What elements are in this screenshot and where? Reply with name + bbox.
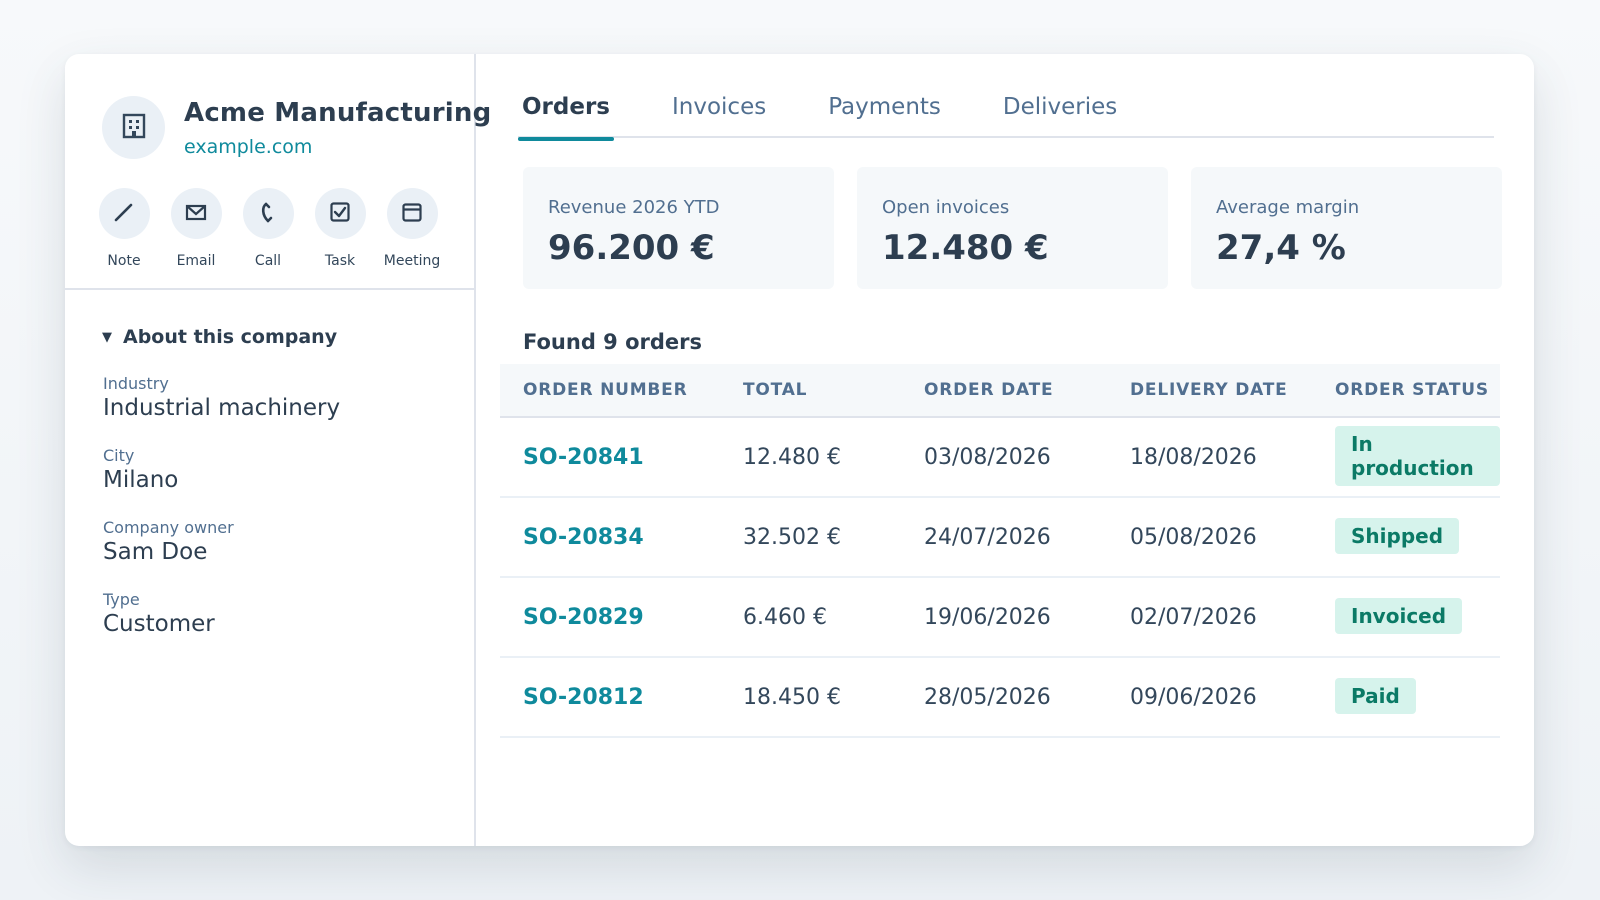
action-label: Note: [107, 253, 141, 269]
kpi-card-average-margin: Average margin 27,4 %: [1191, 167, 1502, 289]
status-badge: In production: [1335, 425, 1500, 486]
pencil-icon: [112, 200, 136, 228]
orders-count: Found 9 orders: [523, 330, 703, 354]
about-section-title: About this company: [123, 326, 338, 348]
order-total: 12.480 €: [743, 444, 841, 470]
property-value: Industrial machinery: [103, 395, 341, 421]
property-value: Sam Doe: [103, 539, 208, 565]
building-icon: [120, 112, 148, 144]
kpi-value: 96.200 €: [548, 228, 715, 268]
property-company-owner: Company owner Sam Doe: [103, 518, 234, 565]
column-header[interactable]: ORDER STATUS: [1335, 380, 1489, 400]
about-section-toggle[interactable]: ▼ About this company: [102, 326, 337, 348]
company-name: Acme Manufacturing: [184, 97, 492, 128]
kpi-label: Average margin: [1216, 197, 1360, 218]
table-row: SO-20834 32.502 € 24/07/2026 05/08/2026 …: [500, 498, 1500, 578]
property-label: City: [103, 446, 135, 465]
kpi-cards: Revenue 2026 YTD 96.200 € Open invoices …: [523, 167, 1502, 289]
company-record-card: Acme Manufacturing example.com Note Emai…: [65, 54, 1534, 846]
column-header[interactable]: ORDER DATE: [924, 380, 1053, 400]
property-value: Milano: [103, 467, 179, 493]
delivery-date: 05/08/2026: [1130, 524, 1257, 550]
property-value: Customer: [103, 611, 215, 637]
property-city: City Milano: [103, 446, 178, 493]
orders-table: ORDER NUMBER TOTAL ORDER DATE DELIVERY D…: [500, 364, 1500, 738]
order-number-link[interactable]: SO-20841: [523, 445, 644, 470]
order-date: 03/08/2026: [924, 444, 1051, 470]
company-domain-link[interactable]: example.com: [184, 136, 491, 158]
order-number-link[interactable]: SO-20829: [523, 605, 644, 630]
status-badge: Shipped: [1335, 517, 1460, 554]
meeting-action-button[interactable]: Meeting: [383, 188, 441, 269]
calendar-icon: [400, 200, 424, 228]
phone-icon: [256, 200, 280, 228]
caret-down-icon: ▼: [102, 329, 112, 345]
delivery-date: 09/06/2026: [1130, 684, 1257, 710]
kpi-value: 12.480 €: [882, 228, 1049, 268]
record-tabs: Orders Invoices Payments Deliveries: [518, 94, 1494, 141]
action-label: Email: [176, 253, 216, 269]
order-date: 19/06/2026: [924, 604, 1051, 630]
table-row: SO-20841 12.480 € 03/08/2026 18/08/2026 …: [500, 418, 1500, 498]
status-badge: Paid: [1335, 677, 1416, 714]
kpi-card-revenue: Revenue 2026 YTD 96.200 €: [523, 167, 834, 289]
order-total: 18.450 €: [743, 684, 841, 710]
property-label: Industry: [103, 374, 169, 393]
status-badge: Invoiced: [1335, 597, 1463, 634]
action-label: Meeting: [383, 253, 441, 269]
table-row: SO-20829 6.460 € 19/06/2026 02/07/2026 I…: [500, 578, 1500, 658]
main-panel: Orders Invoices Payments Deliveries Reve…: [478, 54, 1534, 846]
task-action-button[interactable]: Task: [314, 188, 366, 269]
order-date: 28/05/2026: [924, 684, 1051, 710]
column-header[interactable]: TOTAL: [743, 380, 807, 400]
tab-orders[interactable]: Orders: [518, 94, 614, 141]
kpi-label: Open invoices: [882, 197, 1010, 218]
envelope-icon: [184, 200, 208, 228]
column-header[interactable]: DELIVERY DATE: [1130, 380, 1288, 400]
action-label: Task: [324, 253, 356, 269]
property-label: Type: [103, 590, 140, 609]
delivery-date: 02/07/2026: [1130, 604, 1257, 630]
company-sidebar: Acme Manufacturing example.com Note Emai…: [65, 54, 491, 846]
table-row: SO-20812 18.450 € 28/05/2026 09/06/2026 …: [500, 658, 1500, 738]
task-checkbox-icon: [328, 200, 352, 228]
property-label: Company owner: [103, 518, 234, 537]
action-label: Call: [254, 253, 282, 269]
sidebar-divider: [65, 288, 476, 290]
email-action-button[interactable]: Email: [170, 188, 222, 269]
kpi-label: Revenue 2026 YTD: [548, 197, 720, 218]
column-header[interactable]: ORDER NUMBER: [523, 380, 687, 400]
quick-actions: Note Email Call Task Meeting: [98, 188, 441, 269]
tab-payments[interactable]: Payments: [824, 94, 945, 138]
order-date: 24/07/2026: [924, 524, 1051, 550]
order-number-link[interactable]: SO-20834: [523, 525, 644, 550]
order-total: 6.460 €: [743, 604, 827, 630]
order-number-link[interactable]: SO-20812: [523, 685, 644, 710]
property-type: Type Customer: [103, 590, 215, 637]
property-industry: Industry Industrial machinery: [103, 374, 340, 421]
company-logo: [102, 96, 165, 159]
delivery-date: 18/08/2026: [1130, 444, 1257, 470]
company-header: Acme Manufacturing example.com: [102, 96, 491, 159]
kpi-card-open-invoices: Open invoices 12.480 €: [857, 167, 1168, 289]
order-total: 32.502 €: [743, 524, 841, 550]
tab-deliveries[interactable]: Deliveries: [999, 94, 1121, 138]
call-action-button[interactable]: Call: [242, 188, 294, 269]
table-header: ORDER NUMBER TOTAL ORDER DATE DELIVERY D…: [500, 364, 1500, 418]
note-action-button[interactable]: Note: [98, 188, 150, 269]
kpi-value: 27,4 %: [1216, 228, 1346, 268]
tab-invoices[interactable]: Invoices: [668, 94, 770, 138]
